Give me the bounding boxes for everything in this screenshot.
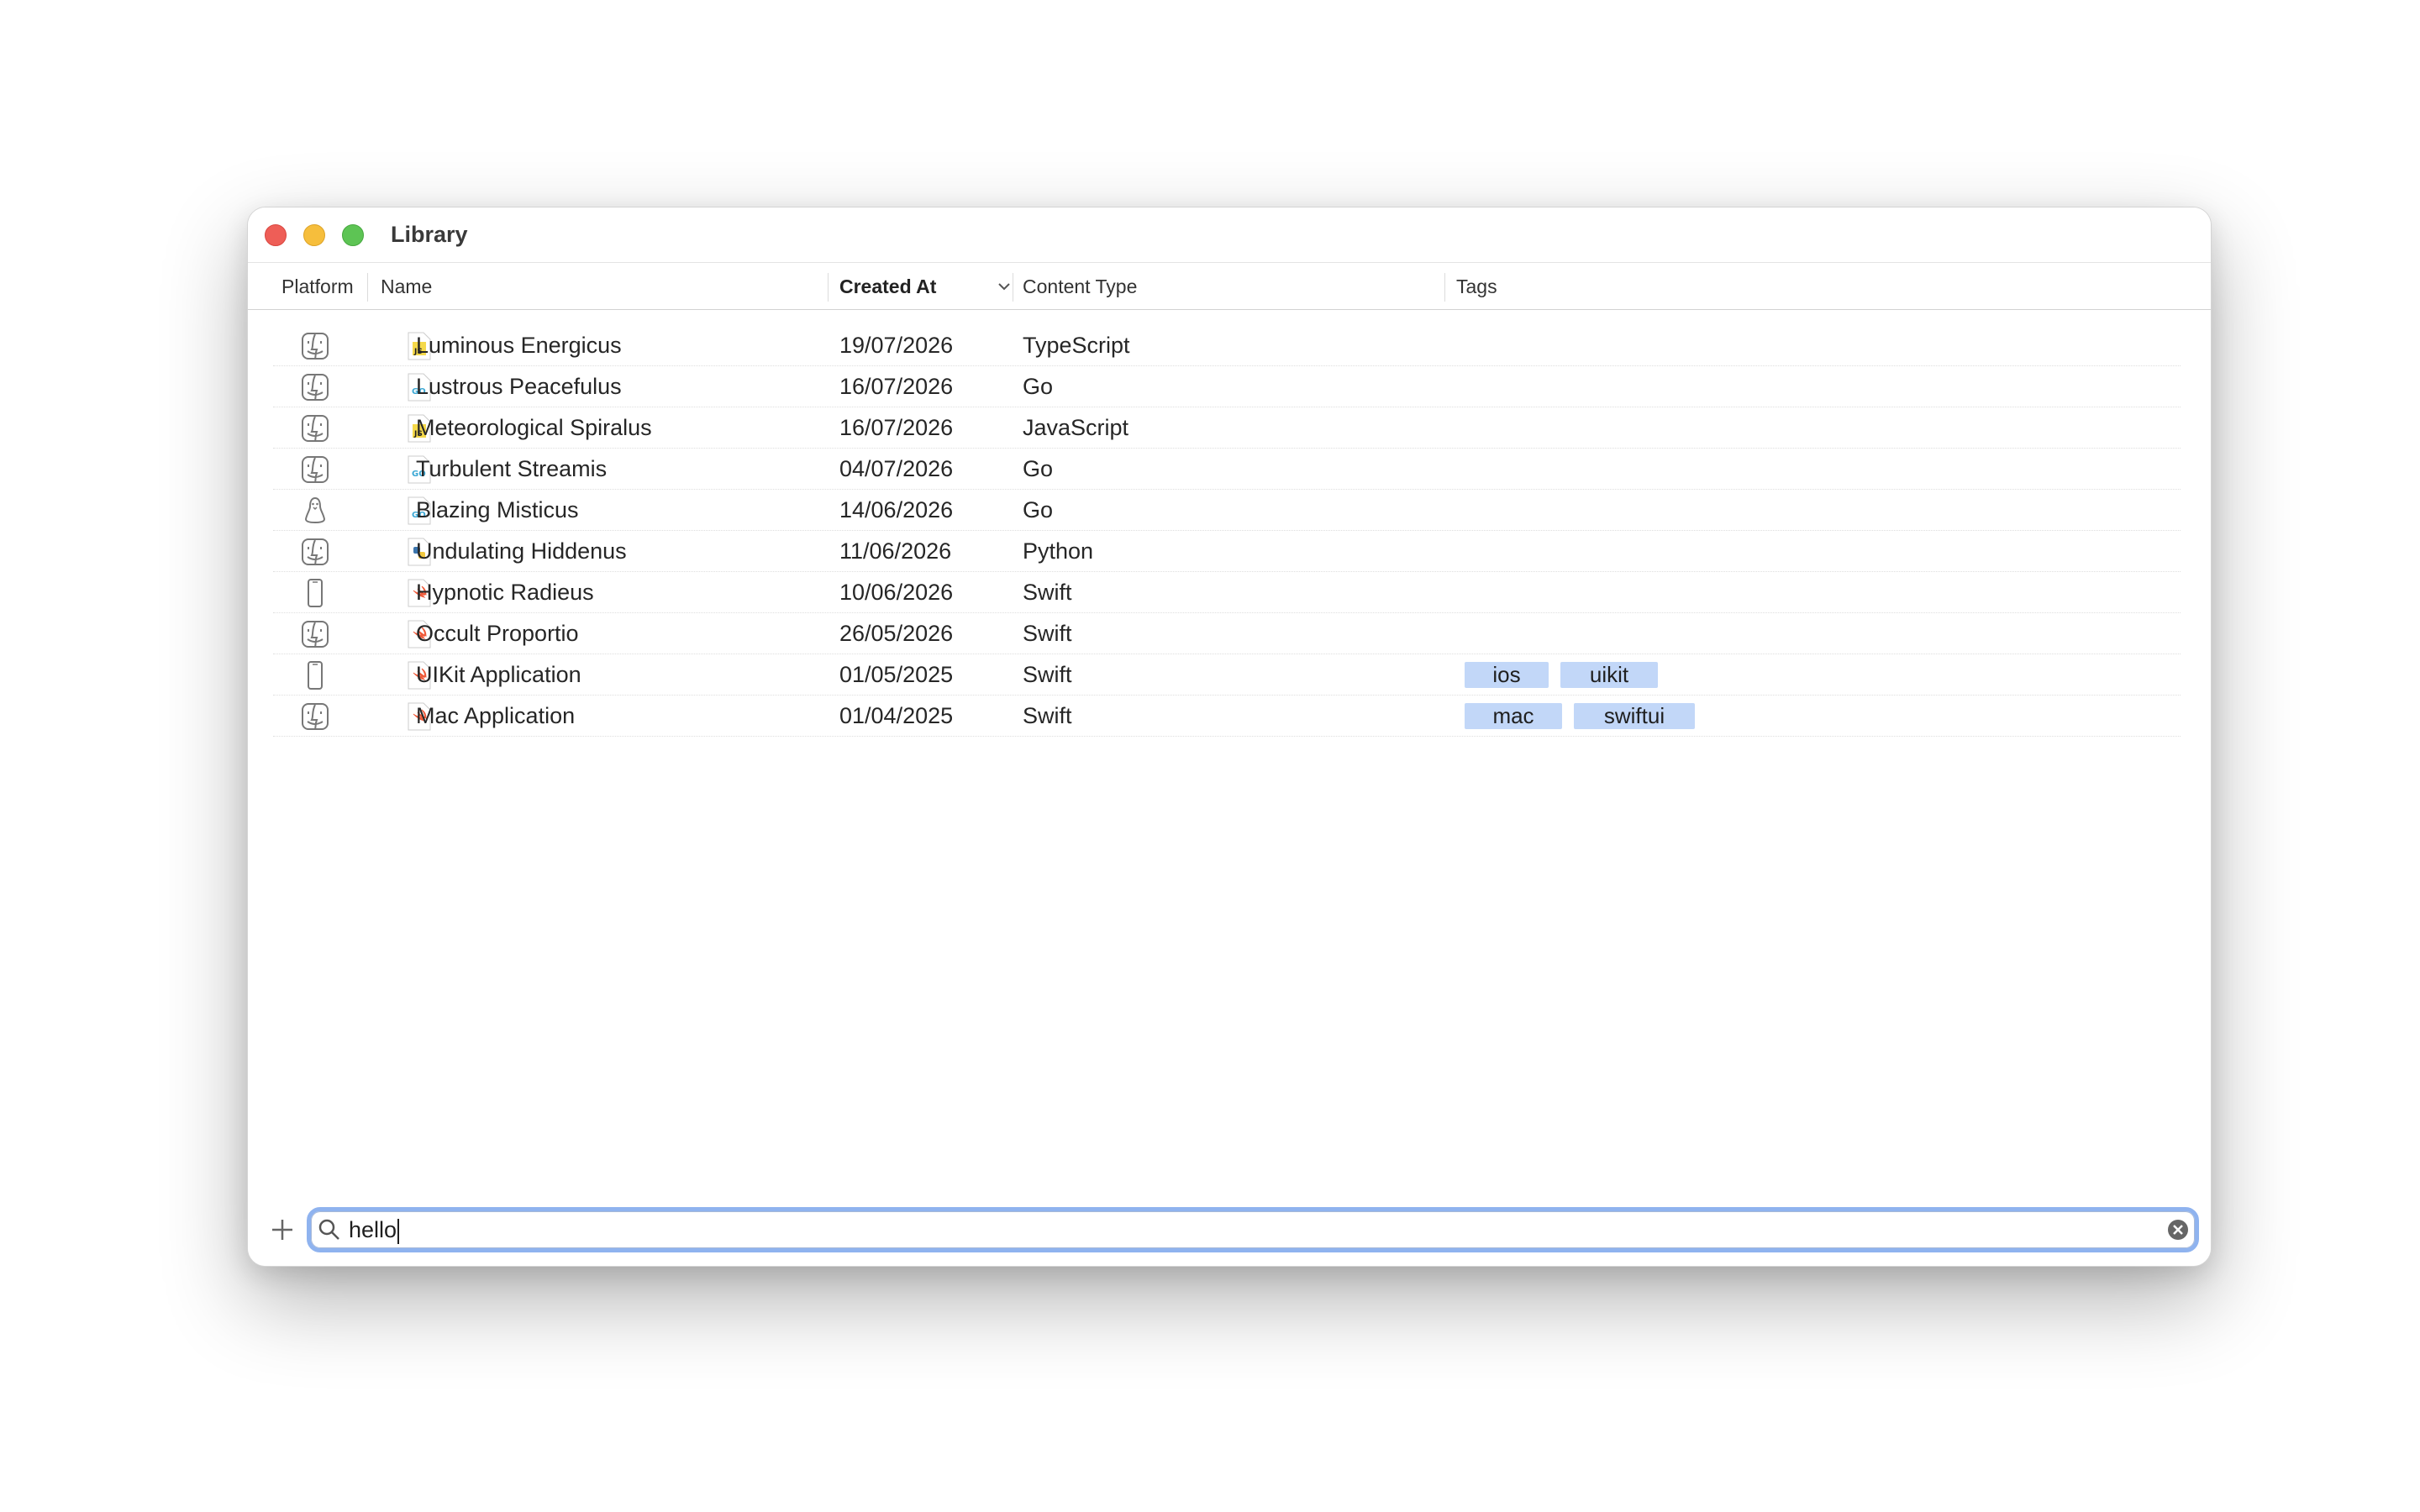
column-header-content-type[interactable]: Content Type xyxy=(1023,263,1137,310)
table-row[interactable]: GO Lustrous Peacefulus 16/07/2026 Go xyxy=(273,366,2181,407)
table-row[interactable]: JS Luminous Energicus 19/07/2026 TypeScr… xyxy=(273,325,2181,366)
search-input-value: hello xyxy=(349,1217,397,1242)
finder-icon xyxy=(302,621,329,648)
table-row[interactable]: JS Meteorological Spiralus 16/07/2026 Ja… xyxy=(273,407,2181,449)
row-created-at: 26/05/2026 xyxy=(839,621,954,646)
tag-badge[interactable]: uikit xyxy=(1560,662,1658,688)
row-created-at: 01/05/2025 xyxy=(839,662,954,687)
row-name: Meteorological Spiralus xyxy=(416,415,652,440)
column-header-name[interactable]: Name xyxy=(381,263,432,310)
row-created-at: 01/04/2025 xyxy=(839,703,954,728)
column-divider[interactable] xyxy=(367,273,368,302)
library-window: Library Platform Name Created At Content… xyxy=(247,207,2212,1267)
row-created-at: 11/06/2026 xyxy=(839,538,952,564)
row-name: Lustrous Peacefulus xyxy=(416,374,622,399)
finder-icon xyxy=(302,374,329,401)
sort-descending-chevron-icon[interactable] xyxy=(996,280,1013,293)
iphone-icon xyxy=(308,661,323,690)
row-content-type: Swift xyxy=(1023,580,1072,605)
column-header-created-at[interactable]: Created At xyxy=(839,263,936,310)
column-header-platform[interactable]: Platform xyxy=(281,263,354,310)
search-input[interactable]: hello xyxy=(349,1211,400,1248)
table-row[interactable]: Mac Application 01/04/2025 Swift mac swi… xyxy=(273,696,2181,737)
finder-icon xyxy=(302,333,329,360)
row-created-at: 16/07/2026 xyxy=(839,374,954,399)
table-row[interactable]: GO Turbulent Streamis 04/07/2026 Go xyxy=(273,449,2181,490)
table-row[interactable]: Hypnotic Radieus 10/06/2026 Swift xyxy=(273,572,2181,613)
row-name: UIKit Application xyxy=(416,662,581,687)
row-content-type: TypeScript xyxy=(1023,333,1130,358)
tag-badge[interactable]: mac xyxy=(1465,703,1562,729)
bottom-bar: hello xyxy=(248,1199,2211,1266)
window-title: Library xyxy=(391,222,468,247)
row-name: Blazing Misticus xyxy=(416,497,579,522)
column-divider[interactable] xyxy=(828,273,829,302)
row-name: Undulating Hiddenus xyxy=(416,538,627,564)
column-header-tags[interactable]: Tags xyxy=(1456,263,1497,310)
column-divider[interactable] xyxy=(1444,273,1445,302)
zoom-window-button[interactable] xyxy=(342,224,364,246)
row-created-at: 19/07/2026 xyxy=(839,333,954,358)
row-content-type: Swift xyxy=(1023,662,1072,687)
row-content-type: Swift xyxy=(1023,703,1072,728)
minimize-window-button[interactable] xyxy=(303,224,325,246)
row-content-type: Go xyxy=(1023,374,1054,399)
search-field[interactable]: hello xyxy=(307,1207,2199,1252)
finder-icon xyxy=(302,415,329,442)
row-created-at: 10/06/2026 xyxy=(839,580,954,605)
row-content-type: Swift xyxy=(1023,621,1072,646)
table-row[interactable]: GO Blazing Misticus 14/06/2026 Go xyxy=(273,490,2181,531)
row-content-type: Go xyxy=(1023,456,1054,481)
row-content-type: Python xyxy=(1023,538,1094,564)
text-caret xyxy=(397,1218,400,1244)
row-created-at: 04/07/2026 xyxy=(839,456,954,481)
row-name: Hypnotic Radieus xyxy=(416,580,594,605)
table-row[interactable]: Occult Proportio 26/05/2026 Swift xyxy=(273,613,2181,654)
finder-icon xyxy=(302,538,329,565)
finder-icon xyxy=(302,703,329,730)
add-item-plus-icon[interactable] xyxy=(270,1217,295,1242)
row-name: Mac Application xyxy=(416,703,576,728)
finder-icon xyxy=(302,456,329,483)
clear-search-icon[interactable] xyxy=(2166,1218,2190,1242)
table-header: Platform Name Created At Content Type Ta… xyxy=(248,263,2211,310)
row-created-at: 16/07/2026 xyxy=(839,415,954,440)
linux-penguin-icon xyxy=(304,496,326,524)
tag-badge[interactable]: swiftui xyxy=(1574,703,1695,729)
title-bar: Library xyxy=(248,207,2211,263)
iphone-icon xyxy=(308,579,323,607)
table-row[interactable]: UIKit Application 01/05/2025 Swift ios u… xyxy=(273,654,2181,696)
row-created-at: 14/06/2026 xyxy=(839,497,954,522)
row-name: Luminous Energicus xyxy=(416,333,622,358)
row-name: Occult Proportio xyxy=(416,621,579,646)
tag-badge[interactable]: ios xyxy=(1465,662,1549,688)
table-row[interactable]: Undulating Hiddenus 11/06/2026 Python xyxy=(273,531,2181,572)
row-content-type: Go xyxy=(1023,497,1054,522)
search-icon xyxy=(318,1219,339,1240)
row-content-type: JavaScript xyxy=(1023,415,1129,440)
row-name: Turbulent Streamis xyxy=(416,456,608,481)
close-window-button[interactable] xyxy=(265,224,287,246)
